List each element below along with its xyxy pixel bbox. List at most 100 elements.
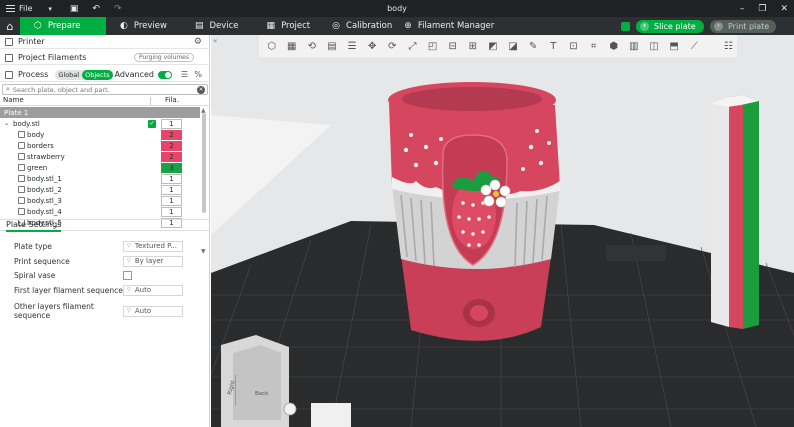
part-icon	[18, 208, 25, 215]
restore-icon[interactable]: ❐	[758, 4, 766, 14]
assembly-icon[interactable]: ⌗	[585, 37, 602, 55]
tab-prepare[interactable]: ⬡ Prepare	[20, 17, 106, 35]
clear-search-icon[interactable]: ×	[197, 85, 205, 94]
search-input[interactable]	[12, 85, 193, 94]
close-icon[interactable]: ✕	[780, 4, 788, 14]
boolean-icon[interactable]: ⊞	[464, 37, 481, 55]
dropdown-icon[interactable]: ▾	[714, 21, 723, 31]
tree-part-row[interactable]: strawberry 2	[0, 151, 200, 162]
chevron-down-icon[interactable]: ⌄	[4, 120, 9, 127]
slice-plate-button[interactable]: ▾ Slice plate	[636, 19, 704, 33]
tab-calibration[interactable]: ◎ Calibration	[324, 17, 400, 35]
measure-icon[interactable]: ⊡	[565, 37, 582, 55]
objects-option[interactable]: Objects	[82, 69, 113, 80]
advanced-toggle[interactable]	[158, 70, 172, 79]
object-label: body.stl	[13, 119, 40, 128]
part-filament[interactable]: 1	[161, 195, 182, 206]
plate-menu-icon[interactable]: ☷	[720, 37, 737, 55]
part-filament[interactable]: 1	[161, 206, 182, 217]
scroll-thumb[interactable]	[202, 113, 206, 213]
filament-column-header[interactable]: Fila.	[165, 96, 179, 104]
object-row[interactable]: ⌄ body.stl ✓ 1	[0, 118, 200, 129]
arrange-icon[interactable]: ▤	[323, 37, 340, 55]
tree-part-row[interactable]: body.stl_1 1	[0, 173, 200, 184]
lay-on-face-icon[interactable]: ◰	[424, 37, 441, 55]
tree-part-row[interactable]: body.stl_3 1	[0, 195, 200, 206]
name-column-header[interactable]: Name	[3, 96, 24, 104]
scale-icon[interactable]: ⤢	[404, 37, 421, 55]
part-filament[interactable]: 2	[161, 129, 182, 140]
tree-part-row[interactable]: body 2	[0, 129, 200, 140]
save-icon[interactable]: ▣	[70, 4, 79, 14]
redo-icon[interactable]: ↷	[114, 4, 122, 14]
part-filament[interactable]: 1	[161, 184, 182, 195]
plate-settings-tab[interactable]: Plate Settings	[0, 219, 210, 232]
file-menu[interactable]: File ▾	[0, 0, 52, 17]
explode-icon[interactable]: ◫	[645, 37, 662, 55]
plate-settings-label: Plate Settings	[6, 220, 62, 232]
list-icon[interactable]: ☰	[181, 70, 188, 79]
add-plate-icon[interactable]: ▦	[283, 37, 300, 55]
rotate-icon[interactable]: ⟳	[384, 37, 401, 55]
purging-volumes-button[interactable]: Purging volumes	[133, 53, 194, 62]
project-filaments-section[interactable]: Project Filaments Purging volumes	[0, 51, 210, 65]
tree-part-row[interactable]: body.stl_4 1	[0, 206, 200, 217]
part-filament[interactable]: 2	[161, 140, 182, 151]
slice-all-icon[interactable]	[621, 21, 630, 31]
tab-device[interactable]: ▤ Device	[181, 17, 253, 35]
ruler-icon[interactable]: ⟋	[686, 37, 703, 55]
part-label: body.stl_2	[27, 185, 62, 194]
first-layer-sequence-select[interactable]: ▽ Auto	[123, 284, 183, 296]
cut-icon[interactable]: ⊟	[444, 37, 461, 55]
part-icon	[18, 142, 25, 149]
first-layer-sequence-row: First layer filament sequence ▽ Auto	[0, 284, 210, 296]
seam-paint-icon[interactable]: ◪	[505, 37, 522, 55]
slice-plate-label: Slice plate	[654, 21, 696, 31]
add-object-icon[interactable]: ⬡	[263, 37, 280, 55]
tree-part-row[interactable]: borders 2	[0, 140, 200, 151]
dropdown-icon[interactable]: ▾	[640, 21, 649, 31]
percent-icon[interactable]: %	[194, 70, 202, 79]
plate-type-select[interactable]: ▽ Textured P...	[123, 240, 183, 252]
chevron-down-icon[interactable]: ▾	[48, 5, 52, 13]
center-view-icon[interactable]	[283, 402, 297, 416]
variable-layer-icon[interactable]: ⬢	[605, 37, 622, 55]
support-paint-icon[interactable]: ◩	[484, 37, 501, 55]
tab-prepare-label: Prepare	[47, 21, 81, 31]
color-paint-icon[interactable]: ✎	[525, 37, 542, 55]
part-filament[interactable]: 3	[161, 162, 182, 173]
part-filament[interactable]: 2	[161, 151, 182, 162]
object-visible-checkbox[interactable]: ✓	[148, 119, 156, 128]
printer-section[interactable]: Printer ⚙	[0, 35, 210, 49]
print-plate-button[interactable]: ▾ Print plate	[710, 19, 776, 33]
other-layers-sequence-select[interactable]: ▽ Auto	[123, 305, 183, 317]
spiral-vase-checkbox[interactable]	[123, 270, 132, 280]
auto-orient-icon[interactable]: ⟲	[303, 37, 320, 55]
device-icon: ▤	[194, 21, 204, 31]
split-icon[interactable]: ☰	[344, 37, 361, 55]
3d-viewport[interactable]: « Right Back ⬡ ▦ ⟲ ▤ ☰ ✥ ⟳ ⤢ ◰ ⊟ ⊞ ◩ ◪ ✎…	[211, 35, 794, 427]
move-icon[interactable]: ✥	[364, 37, 381, 55]
part-label: strawberry	[27, 152, 65, 161]
text-icon[interactable]: T	[545, 37, 562, 55]
global-option[interactable]: Global	[55, 70, 82, 80]
gear-icon[interactable]: ⚙	[194, 37, 202, 47]
undo-icon[interactable]: ↶	[92, 4, 100, 14]
tree-scrollbar[interactable]: ▲ ▼	[201, 107, 207, 255]
tree-part-row[interactable]: green 3	[0, 162, 200, 173]
filaments-icon	[5, 53, 13, 62]
view-cube-back-label: Back	[255, 391, 269, 397]
global-objects-switch[interactable]: Global Objects	[55, 69, 113, 80]
part-filament[interactable]: 1	[161, 173, 182, 184]
print-sequence-select[interactable]: ▽ By layer	[123, 255, 183, 267]
emboss-icon[interactable]: ⬒	[666, 37, 683, 55]
plate-row[interactable]: Plate 1	[0, 107, 200, 118]
tab-filament-manager[interactable]: ⊕ Filament Manager	[400, 17, 498, 35]
object-filament[interactable]: 1	[161, 118, 182, 129]
minimize-icon[interactable]: –	[740, 4, 745, 14]
tab-project[interactable]: ▦ Project	[253, 17, 325, 35]
layer-view-icon[interactable]: ▥	[625, 37, 642, 55]
home-icon[interactable]: ⌂	[0, 17, 20, 35]
tab-preview[interactable]: ◐ Preview	[106, 17, 181, 35]
tree-part-row[interactable]: body.stl_2 1	[0, 184, 200, 195]
